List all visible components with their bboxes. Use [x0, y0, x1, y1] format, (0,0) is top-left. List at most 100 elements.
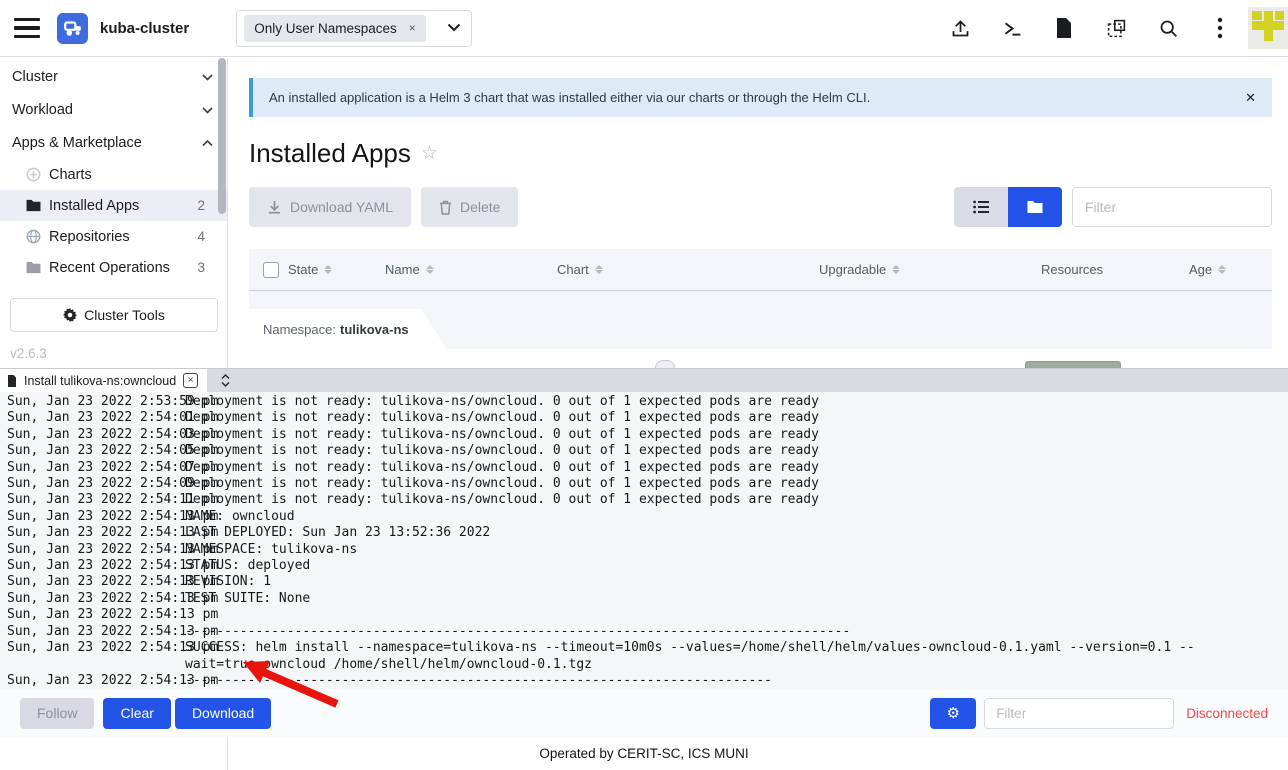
file-icon	[1055, 18, 1073, 38]
log-line-time: Sun, Jan 23 2022 2:54:09 pm	[7, 476, 185, 492]
page-title-row: Installed Apps ☆	[249, 138, 1288, 169]
info-banner-text: An installed application is a Helm 3 cha…	[269, 90, 870, 105]
sidebar-scrollbar[interactable]	[218, 58, 226, 214]
info-banner: An installed application is a Helm 3 cha…	[249, 78, 1272, 117]
log-line: Sun, Jan 23 2022 2:54:13 pm REVISION: 1	[7, 574, 1288, 590]
panel-expand-icon[interactable]	[207, 369, 230, 392]
namespace-chip-remove-icon[interactable]: ×	[409, 21, 416, 35]
cluster-tools-button[interactable]: Cluster Tools	[10, 298, 218, 332]
copy-kubeconfig-button[interactable]	[1105, 17, 1127, 39]
log-line-message: NAME: owncloud	[185, 509, 1288, 525]
log-line-message: Deployment is not ready: tulikova-ns/own…	[185, 427, 1288, 443]
log-line-time: Sun, Jan 23 2022 2:54:05 pm	[7, 443, 185, 459]
kubectl-shell-button[interactable]	[1001, 17, 1023, 39]
globe-icon	[26, 229, 41, 244]
panel-resize-handle[interactable]	[655, 360, 675, 368]
delete-label: Delete	[460, 199, 500, 215]
upload-button[interactable]	[949, 17, 971, 39]
sidebar-item-count: 3	[197, 260, 205, 275]
connection-status: Disconnected	[1186, 706, 1268, 721]
chevron-up-icon	[202, 135, 213, 151]
sidebar-item-recent-operations[interactable]: Recent Operations 3	[0, 252, 227, 283]
sidebar-group-label: Workload	[12, 102, 73, 118]
log-line-message: Deployment is not ready: tulikova-ns/own…	[185, 394, 1288, 410]
delete-button[interactable]: Delete	[421, 187, 518, 227]
column-header-resources[interactable]: Resources	[1041, 262, 1189, 277]
sidebar-item-charts[interactable]: Charts	[0, 159, 227, 190]
column-header-chart[interactable]: Chart	[557, 262, 819, 277]
log-line-time: Sun, Jan 23 2022 2:54:13 pm	[7, 607, 185, 623]
log-line: Sun, Jan 23 2022 2:54:13 pm NAME: ownclo…	[7, 509, 1288, 525]
column-header-state[interactable]: State	[288, 262, 385, 277]
download-icon	[267, 200, 282, 215]
log-line-time: Sun, Jan 23 2022 2:54:03 pm	[7, 427, 185, 443]
favorite-star-icon[interactable]: ☆	[421, 142, 438, 165]
file-icon	[7, 375, 17, 387]
kebab-menu-button[interactable]	[1209, 17, 1231, 39]
namespace-filter[interactable]: Only User Namespaces ×	[236, 10, 472, 47]
namespace-filter-chip[interactable]: Only User Namespaces ×	[244, 15, 426, 42]
log-line: Sun, Jan 23 2022 2:54:13 pm SUCCESS: hel…	[7, 640, 1288, 673]
log-tab-title: Install tulikova-ns:owncloud	[24, 374, 176, 388]
search-icon	[1158, 18, 1179, 39]
log-line-message: ----------------------------------------…	[185, 673, 1288, 689]
org-logo[interactable]	[1248, 7, 1288, 49]
log-filter-input[interactable]	[984, 698, 1174, 729]
sidebar-item-installed-apps[interactable]: Installed Apps 2	[0, 190, 227, 221]
chevron-down-icon[interactable]	[447, 19, 461, 37]
sort-icon	[324, 265, 332, 274]
chevron-down-icon	[202, 102, 213, 118]
log-line-time: Sun, Jan 23 2022 2:54:13 pm	[7, 574, 185, 590]
log-line-time: Sun, Jan 23 2022 2:54:01 pm	[7, 410, 185, 426]
log-line-time: Sun, Jan 23 2022 2:54:11 pm	[7, 492, 185, 508]
log-line-message: REVISION: 1	[185, 574, 1288, 590]
log-line-time: Sun, Jan 23 2022 2:54:13 pm	[7, 558, 185, 574]
sidebar-item-repositories[interactable]: Repositories 4	[0, 221, 227, 252]
download-button[interactable]: Download	[175, 698, 271, 729]
page-footer-text: Operated by CERIT-SC, ICS MUNI	[539, 746, 748, 761]
table-toolbar: Download YAML Delete	[249, 187, 1272, 227]
kebab-menu-icon	[1217, 17, 1223, 39]
clear-button[interactable]: Clear	[103, 698, 170, 729]
log-line-message: SUCCESS: helm install --namespace=tuliko…	[185, 640, 1288, 673]
sidebar-group-cluster[interactable]: Cluster	[0, 60, 227, 93]
kubeconfig-file-button[interactable]	[1053, 17, 1075, 39]
select-all-checkbox[interactable]	[263, 262, 279, 278]
log-tab-install-owncloud[interactable]: Install tulikova-ns:owncloud ×	[0, 369, 207, 392]
group-by-namespace-toggle[interactable]	[1008, 187, 1062, 227]
sort-icon	[1218, 265, 1226, 274]
log-line-message	[185, 607, 1288, 623]
view-toggle-group	[954, 187, 1062, 227]
log-line: Sun, Jan 23 2022 2:54:01 pm Deployment i…	[7, 410, 1288, 426]
circle-plus-icon	[26, 167, 41, 182]
log-settings-button[interactable]: ⚙	[930, 698, 976, 729]
download-yaml-label: Download YAML	[290, 199, 393, 215]
list-view-toggle[interactable]	[954, 187, 1008, 227]
rancher-logo[interactable]	[57, 13, 88, 44]
sidebar-item-count: 2	[197, 198, 205, 213]
log-line-time: Sun, Jan 23 2022 2:54:13 pm	[7, 542, 185, 558]
namespace-group-tab: Namespace: tulikova-ns	[249, 309, 447, 349]
search-button[interactable]	[1157, 17, 1179, 39]
log-tab-close-icon[interactable]: ×	[183, 373, 198, 388]
state-badge-clipped	[1025, 361, 1121, 368]
log-line: Sun, Jan 23 2022 2:54:13 pm LAST DEPLOYE…	[7, 525, 1288, 541]
download-yaml-button[interactable]: Download YAML	[249, 187, 411, 227]
column-header-name[interactable]: Name	[385, 262, 557, 277]
table-filter-input[interactable]	[1072, 187, 1272, 227]
sort-icon	[892, 265, 900, 274]
column-header-upgradable[interactable]: Upgradable	[819, 262, 1041, 277]
banner-close-icon[interactable]: ✕	[1245, 90, 1256, 106]
sidebar-item-label: Installed Apps	[49, 198, 139, 214]
rancher-logo-icon	[62, 17, 84, 39]
rancher-version: v2.6.3	[10, 346, 227, 361]
sidebar-group-apps-marketplace[interactable]: Apps & Marketplace	[0, 126, 227, 159]
cluster-name: kuba-cluster	[100, 20, 189, 37]
log-line-message: TEST SUITE: None	[185, 591, 1288, 607]
sidebar-group-workload[interactable]: Workload	[0, 93, 227, 126]
log-body[interactable]: Sun, Jan 23 2022 2:53:59 pm Deployment i…	[0, 392, 1288, 689]
follow-button[interactable]: Follow	[20, 698, 94, 729]
menu-icon[interactable]	[14, 18, 40, 38]
namespace-filter-value: Only User Namespaces	[254, 21, 397, 36]
column-header-age[interactable]: Age	[1189, 262, 1272, 277]
